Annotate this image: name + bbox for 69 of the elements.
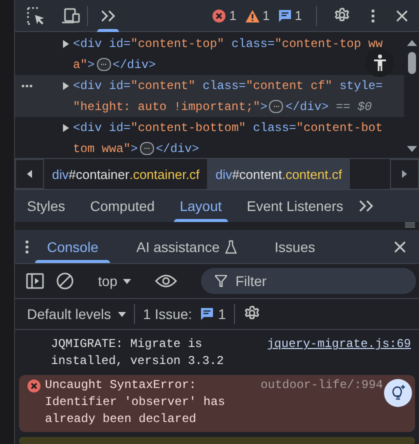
- accessibility-button[interactable]: [365, 48, 394, 77]
- log-text: JQMIGRATE: Migrate is installed, version 3.3.2: [51, 336, 225, 370]
- error-text: Uncaught SyntaxError: Identifier 'observer' has already been declared: [45, 377, 226, 428]
- context-dropdown[interactable]: top: [98, 273, 132, 289]
- sidebar-tab[interactable]: Layout: [174, 190, 228, 222]
- ai-explain-button[interactable]: [384, 379, 412, 407]
- drawer-tab[interactable]: Issues: [262, 230, 328, 263]
- source-link[interactable]: outdoor-life/:994: [260, 377, 383, 394]
- scroll-right-button[interactable]: [390, 159, 419, 189]
- code-text: </div>: [156, 142, 200, 156]
- drawer-tab[interactable]: AI assistance: [124, 230, 249, 263]
- warning-count-button[interactable]: 1: [244, 8, 270, 23]
- more-options-icon[interactable]: [21, 84, 33, 88]
- filter-icon: [215, 275, 228, 287]
- flask-icon: [224, 240, 237, 254]
- expand-ellipsis-button[interactable]: …: [269, 100, 284, 113]
- sidebar-toggle-icon[interactable]: [26, 273, 44, 289]
- breadcrumb[interactable]: div#content.content.cf: [207, 159, 350, 189]
- message-icon: [278, 8, 292, 22]
- caret-icon: [123, 278, 132, 284]
- scrollbar-thumb[interactable]: [408, 52, 416, 74]
- resize-handle-icon[interactable]: [405, 222, 415, 228]
- double-chevron-icon[interactable]: [358, 198, 374, 214]
- caret-icon: [118, 312, 126, 316]
- expand-arrow-icon[interactable]: [63, 82, 69, 90]
- issues-count-button[interactable]: 1: [200, 306, 226, 322]
- close-icon[interactable]: [395, 8, 409, 22]
- scroll-up-icon[interactable]: [406, 40, 416, 46]
- clear-console-icon[interactable]: [56, 272, 74, 290]
- code-text: </div> == $0: [285, 100, 372, 114]
- more-options-icon[interactable]: [371, 8, 375, 24]
- drawer-tab[interactable]: Console: [35, 230, 110, 263]
- error-icon: [27, 379, 41, 393]
- message-icon: [200, 307, 214, 321]
- close-icon[interactable]: [393, 240, 407, 254]
- issues-label: 1 Issue:: [143, 306, 192, 322]
- breadcrumb[interactable]: div#container.container.cf: [44, 159, 208, 189]
- sidebar-tab[interactable]: Styles: [21, 190, 72, 222]
- code-text: <div id="content" class="content cf" style=: [73, 78, 383, 92]
- code-text: a">: [73, 58, 95, 72]
- info-count-button[interactable]: 1: [278, 8, 302, 23]
- code-text: </div>: [112, 58, 156, 72]
- inspect-element-icon[interactable]: [27, 6, 45, 24]
- right-arrow-icon: [402, 170, 407, 178]
- expand-ellipsis-button[interactable]: …: [96, 58, 111, 71]
- device-toolbar-icon[interactable]: [61, 8, 81, 24]
- code-text: <div id="content-top" class="content-top ww: [73, 36, 383, 50]
- eye-icon[interactable]: [155, 274, 178, 288]
- code-text: tom wwa">: [73, 142, 138, 156]
- person-icon: [372, 54, 386, 72]
- filter-field[interactable]: Filter: [201, 268, 416, 294]
- sidebar-tab[interactable]: Event Listeners: [240, 190, 350, 222]
- lightbulb-icon: [391, 385, 405, 401]
- warning-icon: [244, 8, 260, 22]
- expand-ellipsis-button[interactable]: …: [140, 142, 154, 155]
- left-arrow-icon: [27, 170, 32, 178]
- source-link[interactable]: jquery-migrate.js:69: [266, 336, 411, 353]
- expand-arrow-icon[interactable]: [63, 40, 69, 48]
- error-icon: [212, 8, 226, 22]
- code-text: "height: auto !important;">: [73, 100, 268, 114]
- scroll-down-icon[interactable]: [406, 146, 416, 152]
- error-count-button[interactable]: 1: [212, 8, 237, 23]
- sidebar-tab[interactable]: Computed: [84, 190, 161, 222]
- log-levels-dropdown[interactable]: Default levels: [27, 306, 126, 322]
- expand-arrow-icon[interactable]: [63, 124, 69, 132]
- code-text: <div id="content-bottom" class="content-bot: [73, 120, 383, 134]
- scroll-left-button[interactable]: [15, 159, 44, 189]
- more-options-icon[interactable]: [25, 238, 29, 254]
- double-chevron-icon: [100, 8, 116, 24]
